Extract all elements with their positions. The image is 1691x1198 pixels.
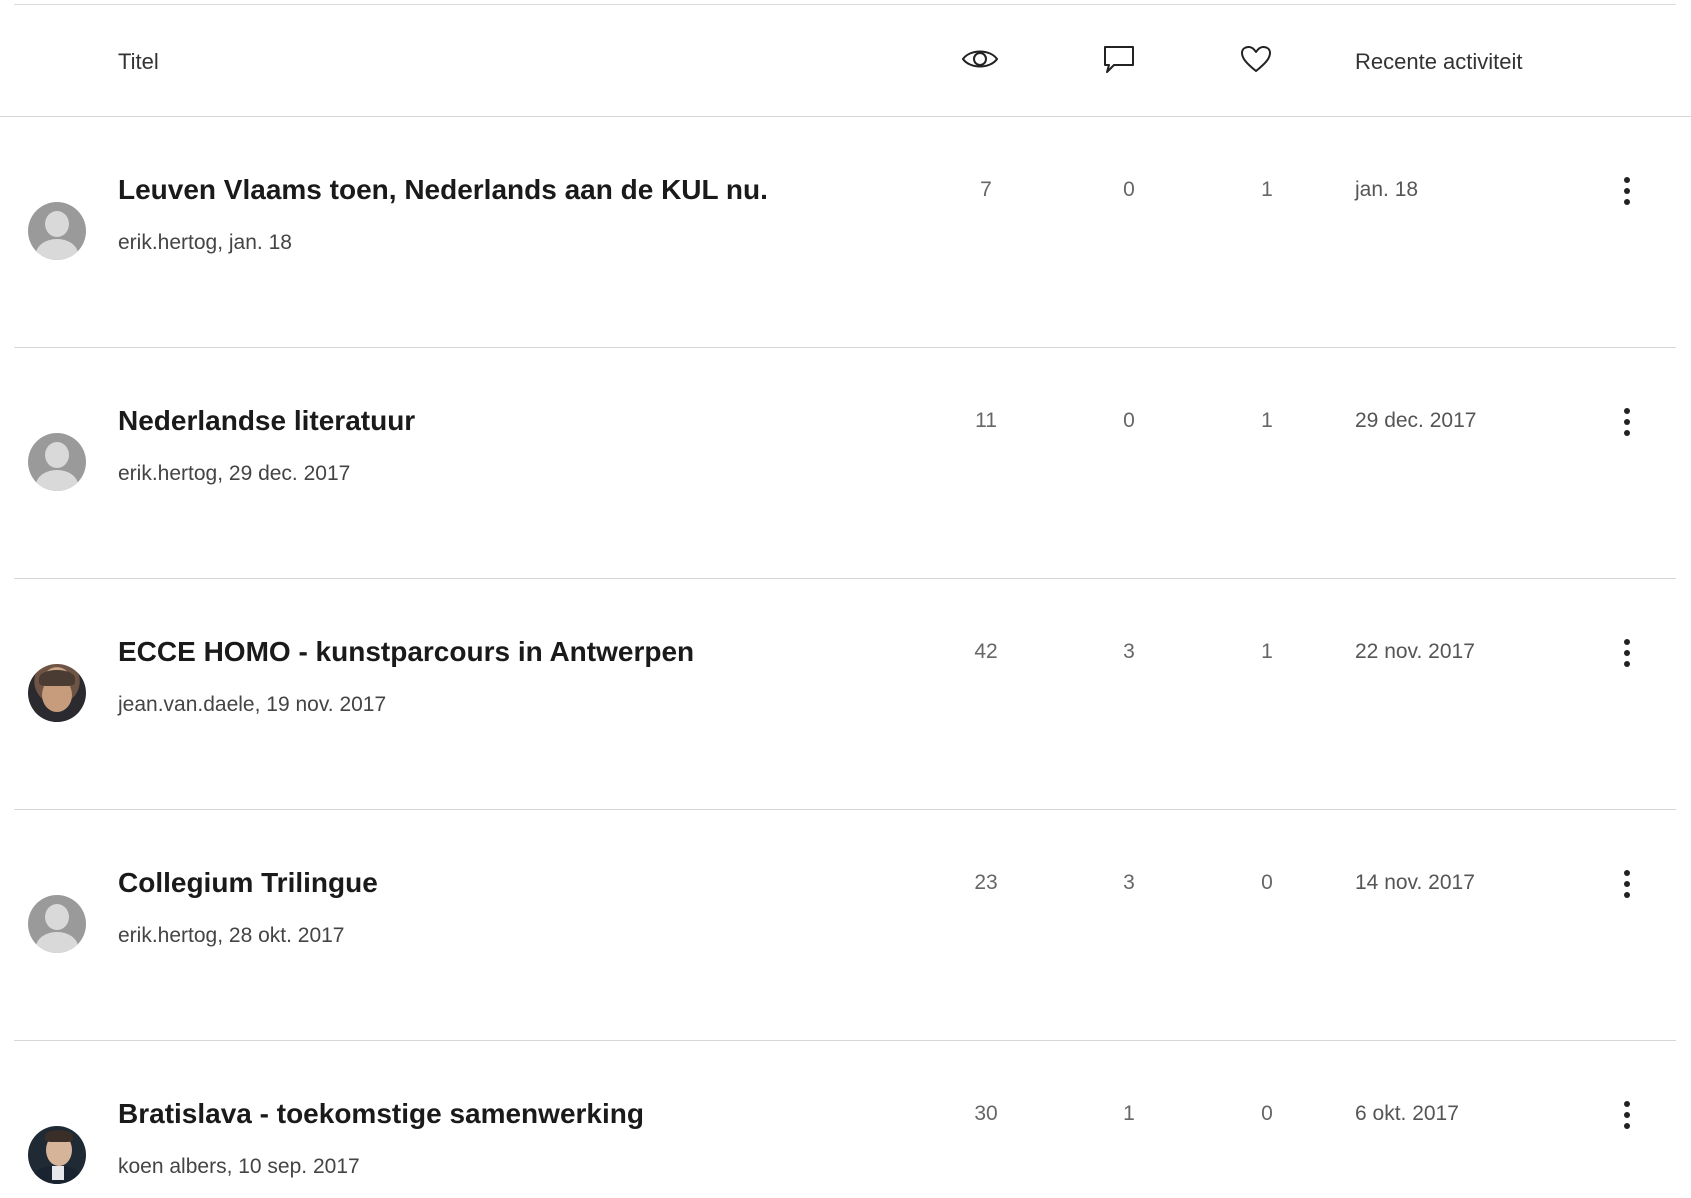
topic-title[interactable]: Leuven Vlaams toen, Nederlands aan de KU… — [118, 174, 768, 206]
views-count: 7 — [980, 178, 992, 201]
topic-title[interactable]: Bratislava - toekomstige samenwerking — [118, 1098, 644, 1130]
topic-author-date: erik.hertog, jan. 18 — [118, 231, 292, 254]
views-count: 23 — [974, 871, 998, 894]
likes-count: 1 — [1261, 178, 1273, 201]
views-count: 42 — [974, 640, 998, 663]
vertical-ellipsis-icon[interactable] — [1615, 1095, 1639, 1135]
default-avatar[interactable] — [28, 202, 86, 260]
likes-count: 0 — [1261, 1102, 1273, 1125]
replies-count: 0 — [1123, 409, 1135, 432]
default-avatar[interactable] — [28, 433, 86, 491]
topic-list-header: Titel Recente activiteit — [0, 5, 1691, 117]
topic-author-date: erik.hertog, 29 dec. 2017 — [118, 462, 351, 485]
vertical-ellipsis-icon[interactable] — [1615, 171, 1639, 211]
topic-row[interactable]: Leuven Vlaams toen, Nederlands aan de KU… — [0, 117, 1691, 348]
likes-count: 0 — [1261, 871, 1273, 894]
topic-title[interactable]: ECCE HOMO - kunstparcours in Antwerpen — [118, 636, 694, 668]
replies-count: 3 — [1123, 871, 1135, 894]
column-header-title[interactable]: Titel — [118, 49, 159, 75]
replies-count: 3 — [1123, 640, 1135, 663]
vertical-ellipsis-icon[interactable] — [1615, 864, 1639, 904]
topic-title[interactable]: Nederlandse literatuur — [118, 405, 415, 437]
default-avatar[interactable] — [28, 895, 86, 953]
views-count: 30 — [974, 1102, 998, 1125]
photo-avatar[interactable] — [28, 664, 86, 722]
recent-activity[interactable]: 14 nov. 2017 — [1355, 871, 1475, 895]
recent-activity[interactable]: jan. 18 — [1355, 178, 1418, 202]
topic-row[interactable]: Nederlandse literatuur erik.hertog, 29 d… — [0, 348, 1691, 579]
recent-activity[interactable]: 22 nov. 2017 — [1355, 640, 1475, 664]
topic-list: Titel Recente activiteit Leuven Vlaams t… — [0, 0, 1691, 1198]
vertical-ellipsis-icon[interactable] — [1615, 402, 1639, 442]
replies-count: 0 — [1123, 178, 1135, 201]
photo-avatar[interactable] — [28, 1126, 86, 1184]
recent-activity[interactable]: 29 dec. 2017 — [1355, 409, 1476, 433]
likes-count: 1 — [1261, 640, 1273, 663]
topic-author-date: jean.van.daele, 19 nov. 2017 — [118, 693, 387, 716]
replies-count: 1 — [1123, 1102, 1135, 1125]
topic-author-date: erik.hertog, 28 okt. 2017 — [118, 924, 345, 947]
vertical-ellipsis-icon[interactable] — [1615, 633, 1639, 673]
topic-title[interactable]: Collegium Trilingue — [118, 867, 378, 899]
views-count: 11 — [975, 409, 997, 432]
heart-icon[interactable] — [1236, 43, 1276, 75]
recent-activity[interactable]: 6 okt. 2017 — [1355, 1102, 1459, 1126]
likes-count: 1 — [1261, 409, 1273, 432]
topic-row[interactable]: Collegium Trilingue erik.hertog, 28 okt.… — [0, 810, 1691, 1041]
column-header-activity[interactable]: Recente activiteit — [1355, 49, 1523, 75]
speech-bubble-icon[interactable] — [1099, 43, 1139, 75]
topic-author-date: koen albers, 10 sep. 2017 — [118, 1155, 360, 1178]
topic-row[interactable]: ECCE HOMO - kunstparcours in Antwerpen j… — [0, 579, 1691, 810]
eye-icon[interactable] — [960, 43, 1000, 75]
topic-row[interactable]: Bratislava - toekomstige samenwerking ko… — [0, 1041, 1691, 1198]
